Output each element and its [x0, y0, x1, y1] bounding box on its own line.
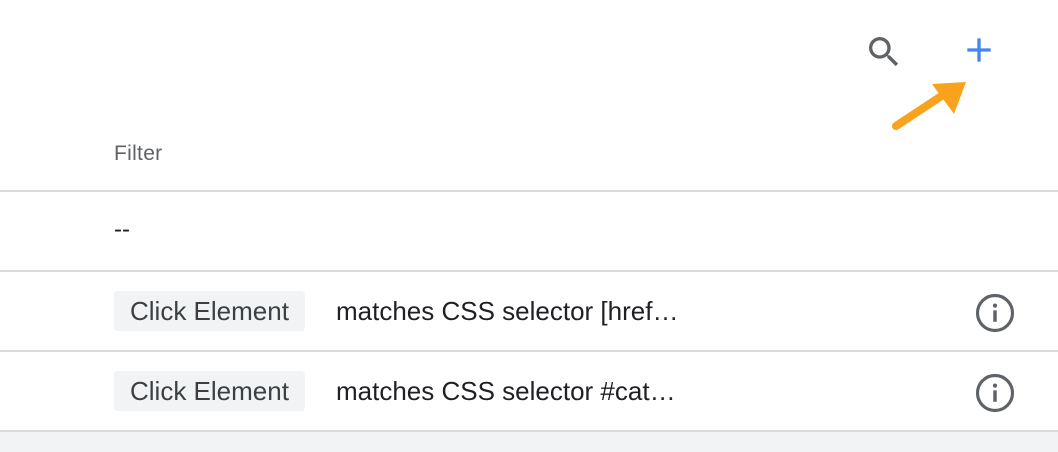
search-button[interactable]	[860, 28, 908, 76]
table-row: --	[0, 192, 1058, 272]
search-icon	[869, 37, 899, 67]
filter-condition: matches CSS selector #cat…	[336, 376, 676, 406]
info-icon	[975, 373, 1015, 413]
variable-chip: Click Element	[114, 291, 305, 331]
footer-bar	[0, 432, 1058, 452]
table-row: Click Element matches CSS selector #cat…	[0, 352, 1058, 432]
toolbar	[0, 0, 1058, 130]
info-icon	[975, 293, 1015, 333]
info-button[interactable]	[974, 372, 1016, 414]
table-row: Click Element matches CSS selector [href…	[0, 272, 1058, 352]
filter-column-header: Filter	[114, 142, 163, 165]
filter-condition: matches CSS selector [href…	[336, 296, 679, 326]
empty-filter-value: --	[114, 216, 130, 243]
plus-icon	[967, 38, 991, 62]
variable-chip: Click Element	[114, 371, 305, 411]
info-button[interactable]	[974, 292, 1016, 334]
table-header: Filter	[0, 120, 1058, 192]
add-filter-button[interactable]	[955, 26, 1003, 74]
